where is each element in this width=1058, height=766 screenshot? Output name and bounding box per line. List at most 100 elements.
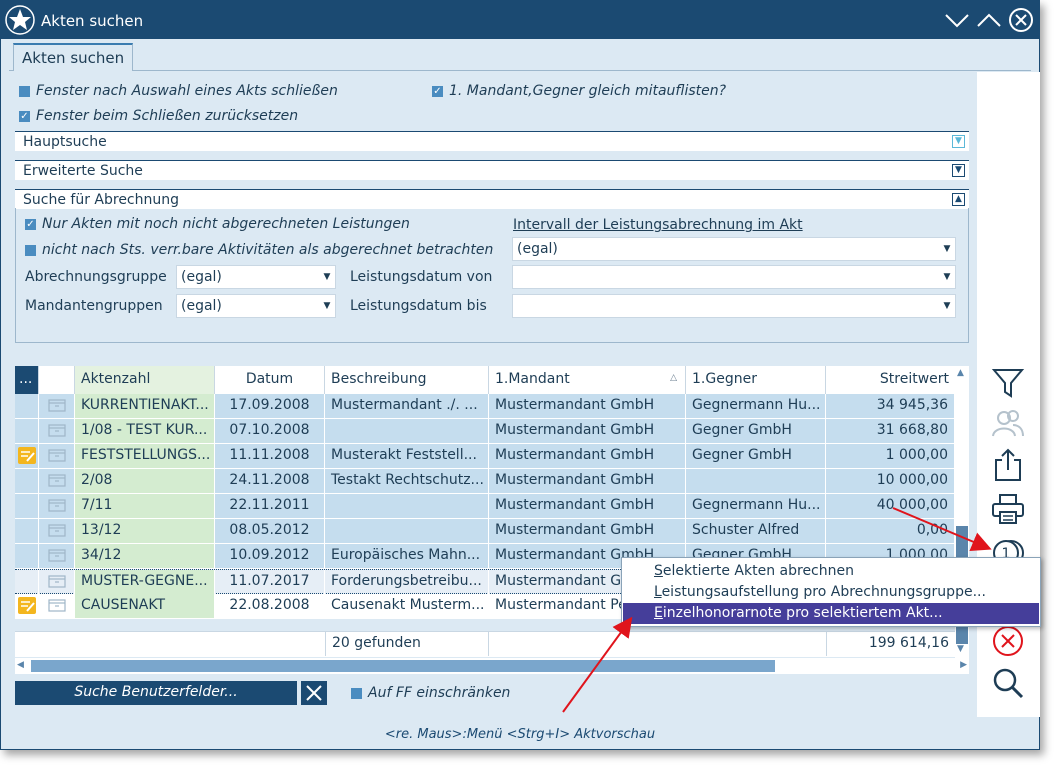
option-reset-on-close[interactable]: ✓ Fenster beim Schließen zurücksetzen bbox=[19, 108, 298, 124]
print-icon[interactable] bbox=[991, 492, 1025, 526]
cell-besch: Testakt Rechtschutz... bbox=[325, 469, 489, 493]
cell-gegner: Gegnermann Hu... bbox=[686, 394, 826, 418]
checkbox-unchecked[interactable] bbox=[351, 687, 362, 699]
date-to-select[interactable]: ▼ bbox=[512, 294, 956, 318]
table-row[interactable]: 1/08 - TEST KUR... 07.10.2008 Mustermandan… bbox=[15, 419, 955, 444]
column-header-label: 1.Mandant bbox=[495, 371, 570, 387]
cell-besch: Mustermandant ./. ... bbox=[325, 394, 489, 418]
column-header-aktenzahl[interactable]: Aktenzahl bbox=[75, 366, 215, 394]
date-from-select[interactable]: ▼ bbox=[512, 265, 956, 289]
option-list-client-opponent[interactable]: ✓ 1. Mandant,Gegner gleich mitauflisten? bbox=[432, 83, 726, 99]
tab-bar: Akten suchen bbox=[9, 39, 1031, 71]
column-header-datum[interactable]: Datum bbox=[215, 366, 325, 394]
expand-icon[interactable]: ▼ bbox=[952, 135, 965, 148]
scroll-right-icon[interactable]: ▶ bbox=[960, 660, 967, 670]
search-icon[interactable] bbox=[991, 666, 1025, 700]
cell-datum: 11.11.2008 bbox=[215, 444, 325, 468]
menu-item-bill-selected[interactable]: Selektierte Akten abrechnen bbox=[623, 561, 1039, 582]
cell-besch: Europäisches Mahn... bbox=[325, 544, 489, 568]
client-groups-select[interactable]: (egal) ▼ bbox=[176, 294, 336, 318]
checkbox-checked[interactable]: ✓ bbox=[432, 85, 443, 97]
share-icon[interactable] bbox=[991, 448, 1025, 482]
select-value: (egal) bbox=[181, 298, 222, 314]
interval-select[interactable]: (egal) ▼ bbox=[512, 237, 956, 261]
checkbox-checked[interactable]: ✓ bbox=[25, 218, 36, 230]
maximize-icon[interactable] bbox=[975, 7, 1003, 33]
table-row[interactable]: KURRENTIENAKT... 17.09.2008 Mustermandant … bbox=[15, 394, 955, 419]
cell-datum: 08.05.2012 bbox=[215, 519, 325, 543]
cancel-icon[interactable] bbox=[991, 624, 1025, 658]
chevron-down-icon[interactable]: ▼ bbox=[939, 295, 955, 317]
chevron-down-icon[interactable]: ▼ bbox=[939, 238, 955, 260]
option-restrict-ff[interactable]: Auf FF einschränken bbox=[351, 685, 510, 701]
table-row[interactable]: 7/11 22.11.2011 Mustermandant GmbH Gegnerma… bbox=[15, 494, 955, 519]
cell-datum: 24.11.2008 bbox=[215, 469, 325, 493]
table-menu-button[interactable]: ... bbox=[15, 366, 39, 394]
note-icon[interactable] bbox=[18, 597, 36, 614]
cell-az: 34/12 bbox=[75, 544, 215, 568]
users-icon[interactable] bbox=[991, 406, 1025, 440]
section-main-search[interactable]: Hauptsuche ▼ bbox=[15, 131, 969, 151]
section-billing-search[interactable]: Suche für Abrechnung ▲ bbox=[15, 189, 969, 209]
row-marker-cell bbox=[15, 519, 39, 543]
folder-box-icon bbox=[48, 599, 66, 612]
option-label: Fenster beim Schließen zurücksetzen bbox=[36, 108, 299, 124]
chevron-down-icon[interactable]: ▼ bbox=[939, 266, 955, 288]
scroll-left-icon[interactable]: ◀ bbox=[17, 660, 24, 670]
row-marker-cell bbox=[15, 594, 39, 618]
note-icon[interactable] bbox=[18, 447, 36, 464]
option-not-by-sts[interactable]: nicht nach Sts. verr.bare Aktivitäten al… bbox=[25, 242, 493, 258]
checkbox-unchecked[interactable] bbox=[19, 85, 30, 97]
option-close-after-select[interactable]: Fenster nach Auswahl eines Akts schließe… bbox=[19, 83, 338, 99]
filter-icon[interactable] bbox=[991, 366, 1025, 400]
chevron-down-icon[interactable]: ▼ bbox=[319, 266, 335, 288]
group-select[interactable]: (egal) ▼ bbox=[176, 265, 336, 289]
menu-item-statement-per-group[interactable]: Leistungsaufstellung pro Abrechnungsgrup… bbox=[623, 582, 1039, 603]
scroll-up-icon[interactable]: ▲ bbox=[957, 368, 964, 378]
clear-icon[interactable] bbox=[301, 681, 327, 705]
checkbox-unchecked[interactable] bbox=[25, 244, 36, 256]
folder-box-icon bbox=[48, 524, 66, 537]
chevron-down-icon[interactable]: ▼ bbox=[319, 295, 335, 317]
tab-akten-suchen[interactable]: Akten suchen bbox=[13, 43, 133, 71]
column-header-streitwert[interactable]: Streitwert bbox=[826, 366, 955, 394]
option-label: Nur Akten mit noch nicht abgerechneten L… bbox=[42, 216, 410, 232]
column-header-mandant[interactable]: 1.Mandant △ bbox=[489, 366, 686, 394]
folder-box-icon bbox=[48, 399, 66, 412]
cell-datum: 17.09.2008 bbox=[215, 394, 325, 418]
cell-besch: Causenakt Musterm... bbox=[325, 594, 489, 618]
table-row[interactable]: 2/08 24.11.2008 Testakt Rechtschutz... Must… bbox=[15, 469, 955, 494]
close-icon[interactable] bbox=[1007, 7, 1035, 33]
row-marker-cell bbox=[15, 469, 39, 493]
collapse-icon[interactable]: ▲ bbox=[952, 193, 965, 206]
row-marker-cell bbox=[15, 444, 39, 468]
expand-icon[interactable]: ▼ bbox=[952, 164, 965, 177]
column-header-beschreibung[interactable]: Beschreibung bbox=[325, 366, 489, 394]
cell-az: 2/08 bbox=[75, 469, 215, 493]
cell-besch bbox=[325, 419, 489, 443]
cell-datum: 22.11.2011 bbox=[215, 494, 325, 518]
menu-item-single-invoice[interactable]: Einzelhonorarnote pro selektiertem Akt..… bbox=[623, 603, 1039, 624]
scrollbar-thumb[interactable] bbox=[31, 660, 775, 672]
cell-mand: Mustermandant GmbH bbox=[489, 519, 686, 543]
section-extended-search[interactable]: Erweiterte Suche ▼ bbox=[15, 160, 969, 180]
cell-wert: 0,00 bbox=[826, 519, 955, 543]
main-window: Akten suchen Akten suchen 1 Fenster nach… bbox=[0, 0, 1040, 750]
minimize-icon[interactable] bbox=[943, 7, 971, 33]
table-row[interactable]: FESTSTELLUNGS... 11.11.2008 Musterakt Fest… bbox=[15, 444, 955, 469]
column-header-gegner[interactable]: 1.Gegner bbox=[686, 366, 826, 394]
column-header-icon[interactable] bbox=[39, 366, 75, 394]
cell-besch bbox=[325, 494, 489, 518]
checkbox-checked[interactable]: ✓ bbox=[19, 110, 30, 122]
search-custom-fields-button[interactable]: Suche Benutzerfelder... bbox=[15, 681, 297, 705]
footer-count: 20 gefunden bbox=[325, 632, 489, 656]
cell-wert: 34 945,36 bbox=[826, 394, 955, 418]
scroll-down-icon[interactable]: ▼ bbox=[957, 644, 964, 654]
row-icon-cell bbox=[39, 419, 75, 443]
row-marker-cell bbox=[15, 570, 39, 594]
horizontal-scrollbar[interactable]: ◀ ▶ bbox=[15, 658, 969, 674]
interval-link[interactable]: Intervall der Leistungsabrechnung im Akt bbox=[513, 217, 803, 233]
cell-az: MUSTER-GEGNE... bbox=[75, 570, 215, 594]
table-row[interactable]: 13/12 08.05.2012 Mustermandant GmbH Schuste… bbox=[15, 519, 955, 544]
option-only-unbilled[interactable]: ✓ Nur Akten mit noch nicht abgerechneten … bbox=[25, 216, 410, 232]
